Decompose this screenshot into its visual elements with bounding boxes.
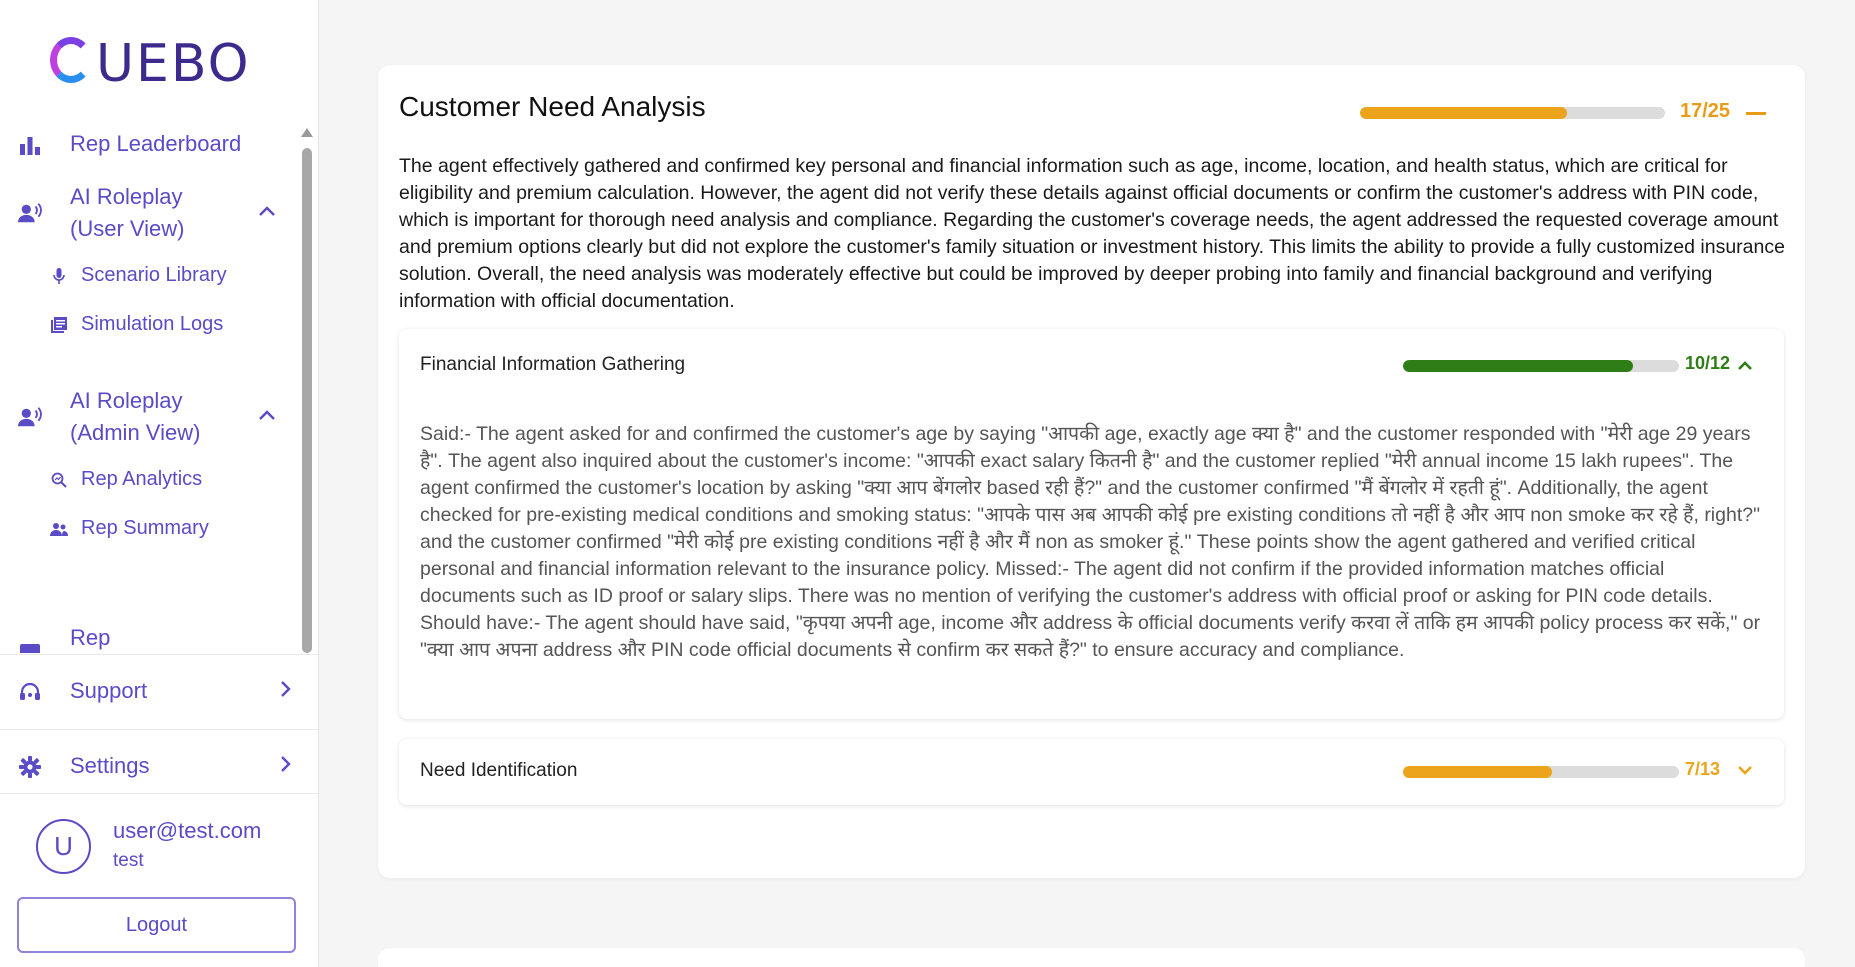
- collapse-dash-icon[interactable]: [1746, 112, 1766, 115]
- settings-label: Settings: [70, 753, 150, 778]
- sidebar-item-ai-roleplay-user[interactable]: AI Roleplay (User View): [0, 181, 300, 245]
- section-financial-information: Financial Information Gathering 10/12 Sa…: [399, 329, 1784, 719]
- avatar[interactable]: U: [36, 819, 91, 874]
- chevron-right-icon: [280, 679, 292, 704]
- cuebo-logo[interactable]: UEBO: [50, 36, 251, 92]
- sidebar-nav: Rep Leaderboard AI Roleplay (User View) …: [0, 128, 305, 653]
- chevron-right-icon: [280, 754, 292, 779]
- rep-icon: [18, 642, 42, 653]
- sidebar-item-ai-roleplay-admin[interactable]: AI Roleplay (Admin View): [0, 385, 300, 449]
- scroll-up-arrow-icon[interactable]: [301, 128, 313, 137]
- sidebar-item-label-line1: AI Roleplay: [70, 388, 183, 413]
- chevron-down-icon[interactable]: [1737, 762, 1753, 781]
- bar-chart-icon: [18, 133, 42, 157]
- sidebar-item-settings[interactable]: Settings: [0, 729, 318, 803]
- people-icon: [50, 520, 68, 538]
- score-text: 17/25: [1680, 100, 1731, 122]
- section-progress-bar: [1403, 766, 1679, 778]
- sidebar-item-rep[interactable]: Rep: [0, 622, 300, 653]
- scroll-thumb[interactable]: [302, 148, 312, 653]
- chevron-down-icon[interactable]: [258, 648, 278, 653]
- section-score: 10/12: [1685, 353, 1731, 373]
- mic-icon: [50, 267, 68, 285]
- sidebar-item-label-line2: (User View): [70, 216, 185, 241]
- section-body: Said:- The agent asked for and confirmed…: [420, 423, 1761, 661]
- section-score: 7/13: [1685, 759, 1721, 779]
- sidebar: UEBO Rep Leaderboard AI Roleplay (User V…: [0, 0, 319, 967]
- logout-button[interactable]: Logout: [17, 897, 296, 953]
- section-need-identification[interactable]: Need Identification 7/13: [399, 739, 1784, 805]
- customer-need-analysis-card: Customer Need Analysis 17/25 The agent e…: [378, 65, 1805, 878]
- section-title[interactable]: Financial Information Gathering: [420, 354, 685, 376]
- person-voice-icon: [18, 201, 42, 225]
- logo-c-mark: [50, 37, 92, 83]
- section-progress-fill: [1403, 766, 1552, 778]
- sidebar-item-support[interactable]: Support: [0, 654, 318, 728]
- chevron-up-icon[interactable]: [258, 201, 278, 221]
- support-label: Support: [70, 678, 148, 703]
- analytics-search-icon: [50, 471, 68, 489]
- sidebar-item-rep-summary[interactable]: Rep Summary: [0, 514, 300, 544]
- card-title: Customer Need Analysis: [399, 91, 706, 122]
- sidebar-item-label: Simulation Logs: [81, 313, 224, 335]
- sidebar-item-label: Rep Analytics: [81, 468, 203, 490]
- sidebar-item-label: Rep Summary: [81, 517, 209, 539]
- sidebar-item-label-line2: (Admin View): [70, 420, 201, 445]
- user-name: test: [113, 850, 144, 871]
- sidebar-item-label: Rep Leaderboard: [70, 131, 242, 156]
- section-title[interactable]: Need Identification: [420, 760, 577, 782]
- gear-icon: [18, 755, 42, 779]
- person-voice-icon: [18, 405, 42, 429]
- headset-icon: [18, 680, 42, 704]
- logo-text: UEBO: [96, 34, 251, 94]
- logs-icon: [50, 316, 68, 334]
- sidebar-item-label-line1: AI Roleplay: [70, 184, 183, 209]
- sidebar-item-label: Scenario Library: [81, 264, 227, 286]
- card-description: The agent effectively gathered and confi…: [399, 155, 1785, 312]
- sidebar-scrollbar[interactable]: [300, 128, 314, 653]
- score-progress-fill: [1360, 107, 1568, 119]
- sidebar-item-rep-leaderboard[interactable]: Rep Leaderboard: [0, 128, 300, 166]
- sidebar-item-scenario-library[interactable]: Scenario Library: [0, 261, 300, 291]
- section-progress-bar: [1403, 360, 1679, 372]
- chevron-up-icon[interactable]: [1737, 356, 1753, 375]
- sidebar-item-label: Rep: [70, 625, 111, 650]
- user-profile: U user@test.com test: [0, 793, 318, 893]
- next-card: [378, 948, 1805, 967]
- sidebar-item-simulation-logs[interactable]: Simulation Logs: [0, 310, 300, 340]
- sidebar-item-rep-analytics[interactable]: Rep Analytics: [0, 465, 300, 495]
- score-progress-bar: [1360, 107, 1665, 119]
- chevron-up-icon[interactable]: [258, 405, 278, 425]
- user-email: user@test.com: [113, 818, 262, 843]
- section-progress-fill: [1403, 360, 1633, 372]
